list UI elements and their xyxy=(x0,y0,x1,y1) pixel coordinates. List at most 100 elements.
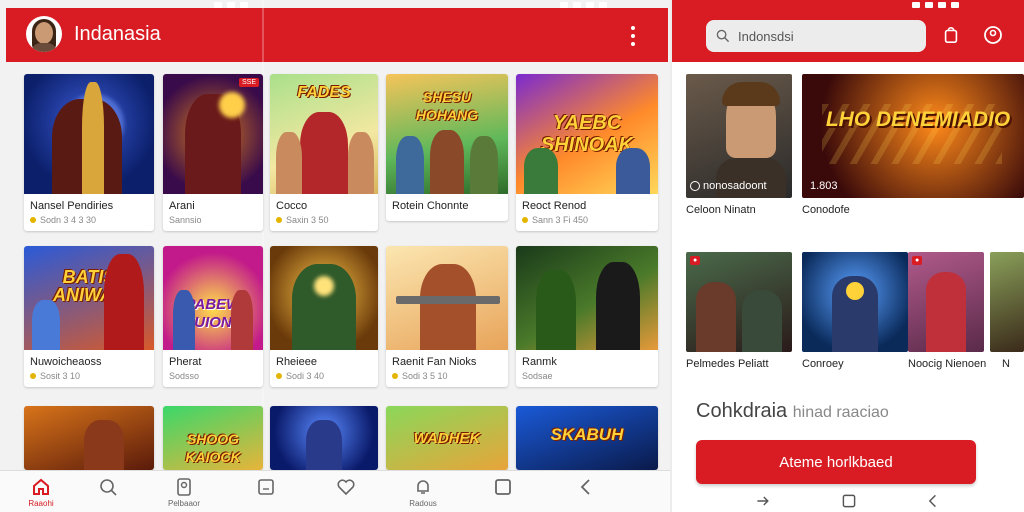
bottom-nav: Raaohi Pelbaaor Radous xyxy=(0,470,670,512)
game-name: Nansel Pendiries xyxy=(30,200,114,212)
game-name: Cocco xyxy=(276,200,308,212)
game-art: PABEW NUIONA xyxy=(163,246,263,350)
coin-icon xyxy=(30,217,36,223)
game-meta: Sannsio xyxy=(169,215,202,225)
game-art xyxy=(270,406,378,470)
game-card[interactable] xyxy=(270,406,378,470)
game-thumb-label: Conroey xyxy=(802,358,844,370)
game-meta: Sodsso xyxy=(169,371,200,381)
game-card[interactable]: SSE Arani Sannsio xyxy=(163,74,263,231)
game-thumb[interactable]: ● xyxy=(686,252,792,352)
game-card[interactable]: SHESU HOHANG Rotein Chonnte xyxy=(386,74,508,221)
camera-icon xyxy=(690,181,700,191)
account-icon[interactable] xyxy=(982,24,1004,46)
game-logo: SHOOG KAIOCK xyxy=(185,431,241,465)
nav-favorites[interactable] xyxy=(316,475,376,499)
game-art: SSE xyxy=(163,74,263,194)
game-logo: SHESU HOHANG xyxy=(415,89,479,123)
badge: ● xyxy=(690,256,701,265)
game-name: Raenit Fan Nioks xyxy=(392,356,477,368)
nav-tablet[interactable] xyxy=(236,475,296,499)
app-title: Indanasia xyxy=(74,23,161,45)
primary-button[interactable]: Ateme horlkbaed xyxy=(696,440,976,484)
game-card[interactable]: SHOOG KAIOCK xyxy=(163,406,263,470)
search-input[interactable] xyxy=(738,28,908,44)
game-meta: Sodn 3 4 3 30 xyxy=(24,212,154,231)
game-art xyxy=(24,74,154,194)
game-meta: Sodi 3 5 10 xyxy=(386,368,508,387)
section-subtitle: hinad raaciao xyxy=(792,404,889,421)
home-icon xyxy=(11,475,71,499)
game-art: FADES xyxy=(270,74,378,194)
featured-overlay: nonosadoont xyxy=(690,180,767,192)
game-meta: Sodsae xyxy=(522,371,553,381)
forward-icon[interactable] xyxy=(748,490,778,512)
status-bar xyxy=(912,0,959,10)
nav-profile[interactable]: Pelbaaor xyxy=(154,475,214,508)
heart-icon xyxy=(316,475,376,499)
back-icon[interactable] xyxy=(918,490,948,512)
game-card[interactable]: WADHEK xyxy=(386,406,508,470)
game-name: Rheieee xyxy=(276,356,317,368)
nav-back[interactable] xyxy=(556,475,616,499)
game-name: Reoct Renod xyxy=(522,200,587,212)
game-thumb-label: Noocig Nienoen xyxy=(908,358,987,370)
featured-card[interactable]: LHO DENEMIADIO 1.803 xyxy=(802,74,1024,198)
game-card[interactable]: Raenit Fan Nioks Sodi 3 5 10 xyxy=(386,246,508,387)
game-name: Nuwoicheaoss xyxy=(30,356,102,368)
profile-icon xyxy=(154,475,214,499)
search-icon xyxy=(716,29,730,43)
game-card[interactable] xyxy=(24,406,154,470)
nav-home[interactable]: Raaohi xyxy=(11,475,71,508)
bag-icon[interactable] xyxy=(940,24,962,46)
square-icon[interactable] xyxy=(834,490,864,512)
screen: Indanasia Nansel Pendiries Sodn 3 4 3 30… xyxy=(0,0,1024,512)
coin-icon xyxy=(30,373,36,379)
nav-label: Radous xyxy=(409,499,437,508)
game-card[interactable]: Nansel Pendiries Sodn 3 4 3 30 xyxy=(24,74,154,231)
nav-label: Pelbaaor xyxy=(167,499,201,508)
coin-icon xyxy=(276,217,282,223)
game-art: YAEBC SHINOAK xyxy=(516,74,658,194)
nav-notifications[interactable]: Radous xyxy=(393,475,453,508)
game-name: Pherat xyxy=(169,356,202,368)
game-card[interactable]: Ranmk Sodsae xyxy=(516,246,658,387)
game-art: BATIS ANIWAS xyxy=(24,246,154,350)
game-meta: Sosit 3 10 xyxy=(24,368,154,387)
game-logo: FADES xyxy=(297,84,351,101)
game-card[interactable]: YAEBC SHINOAK Reoct Renod Sann 3 Fi 450 xyxy=(516,74,658,231)
game-thumb[interactable]: ● xyxy=(908,252,984,352)
game-card[interactable]: FADES Cocco Saxin 3 50 xyxy=(270,74,378,231)
left-app-header: Indanasia xyxy=(6,8,668,62)
game-card[interactable]: Rheieee Sodi 3 40 xyxy=(270,246,378,387)
featured-card[interactable]: nonosadoont xyxy=(686,74,792,198)
section-title: Cohkdraia hinad raaciao xyxy=(696,400,889,422)
featured-label: Celoon Ninatn xyxy=(686,204,756,216)
back-icon xyxy=(556,475,616,499)
bell-icon xyxy=(393,475,453,499)
game-thumb-label: N xyxy=(1002,358,1010,370)
game-card[interactable]: PABEW NUIONA Pherat Sodsso xyxy=(163,246,263,387)
status-bar-right xyxy=(560,0,607,10)
divider xyxy=(262,0,264,470)
game-card[interactable]: SKABUH xyxy=(516,406,658,470)
nav-label: Raaohi xyxy=(28,499,54,508)
nav-search[interactable] xyxy=(78,475,138,499)
game-art: SHOOG KAIOCK xyxy=(163,406,263,470)
avatar[interactable] xyxy=(26,16,62,52)
right-app-header xyxy=(672,0,1024,62)
game-name: Arani xyxy=(169,200,195,212)
game-thumb-label: Pelmedes Peliatt xyxy=(686,358,769,370)
game-meta: Sann 3 Fi 450 xyxy=(516,212,658,231)
game-art: WADHEK xyxy=(386,406,508,470)
game-thumb[interactable] xyxy=(802,252,908,352)
more-options-icon[interactable] xyxy=(630,26,636,46)
game-thumb[interactable] xyxy=(990,252,1024,352)
featured-logo: LHO DENEMIADIO xyxy=(825,108,1011,131)
game-logo: WADHEK xyxy=(413,430,481,447)
search-bar[interactable] xyxy=(706,20,926,52)
game-meta xyxy=(386,212,508,221)
game-card[interactable]: BATIS ANIWAS Nuwoicheaoss Sosit 3 10 xyxy=(24,246,154,387)
tablet-icon xyxy=(236,475,296,499)
nav-overview[interactable] xyxy=(473,475,533,499)
